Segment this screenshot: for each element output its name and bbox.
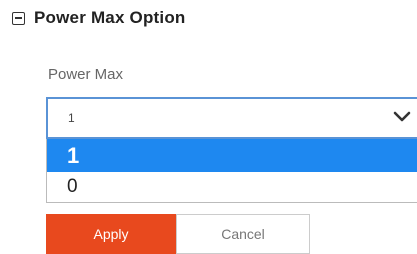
power-max-select[interactable]: 1 bbox=[46, 97, 417, 139]
option-0[interactable]: 0 bbox=[47, 172, 417, 202]
apply-button[interactable]: Apply bbox=[46, 214, 176, 254]
cancel-button[interactable]: Cancel bbox=[176, 214, 310, 254]
select-current-value: 1 bbox=[68, 111, 75, 125]
section-header: Power Max Option bbox=[12, 8, 186, 28]
options-dropdown: 1 0 bbox=[46, 139, 417, 203]
section-title: Power Max Option bbox=[34, 8, 186, 27]
option-1[interactable]: 1 bbox=[47, 139, 417, 172]
collapse-icon[interactable] bbox=[12, 11, 25, 25]
chevron-down-icon bbox=[393, 111, 411, 122]
power-max-label: Power Max bbox=[48, 66, 124, 83]
